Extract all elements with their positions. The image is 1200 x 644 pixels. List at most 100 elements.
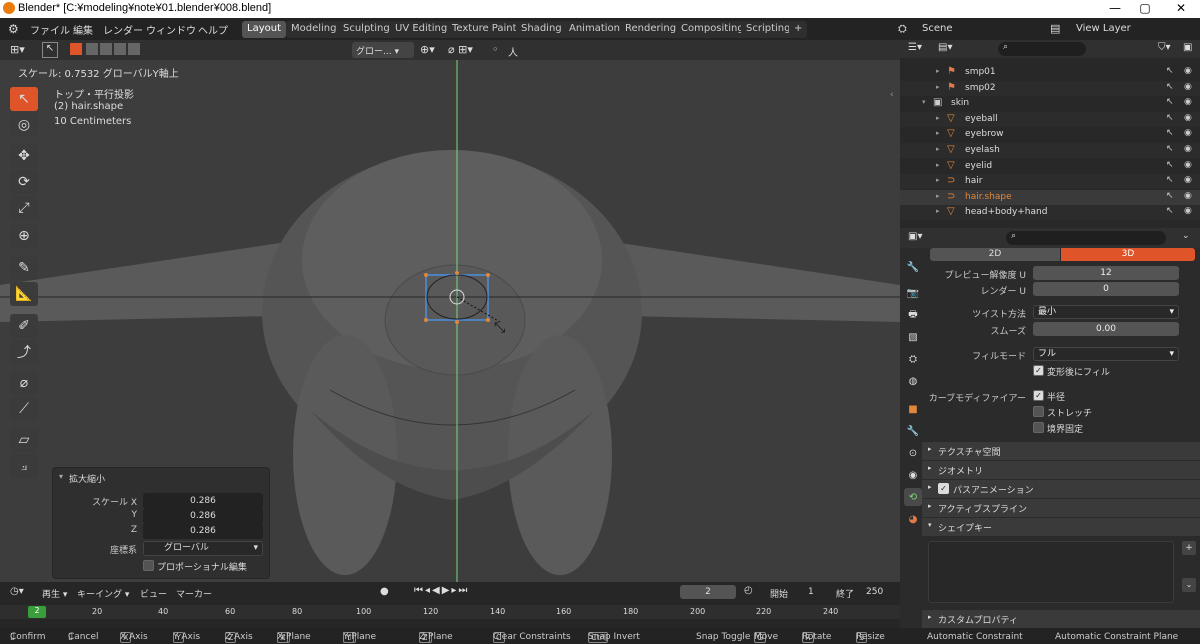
scene-tab-icon[interactable]: ⛭ bbox=[904, 350, 922, 368]
expand-icon[interactable]: ▸ bbox=[936, 176, 940, 184]
panel-texture-space[interactable]: ▸ テクスチャ空間 bbox=[922, 442, 1200, 460]
panel-custom-properties[interactable]: ▸ カスタムプロパティ bbox=[922, 610, 1200, 628]
rotate-tool-button[interactable]: ⟳ bbox=[10, 170, 38, 194]
outliner-item[interactable]: ▾ ▣ skin ↖ ◉ bbox=[900, 96, 1200, 111]
visibility-eye-icon[interactable]: ◉ bbox=[1184, 160, 1192, 170]
selectable-icon[interactable]: ↖ bbox=[1166, 128, 1174, 138]
tab-uv-editing[interactable]: UV Editing bbox=[390, 21, 453, 38]
playback-menu[interactable]: 再生 ▾ bbox=[42, 587, 67, 600]
proportional-icon[interactable]: ◦ bbox=[492, 43, 499, 56]
end-field[interactable]: 250 bbox=[866, 587, 883, 597]
outliner-item[interactable]: ▸ ▽ eyeball ↖ ◉ bbox=[900, 111, 1200, 127]
add-workspace-button[interactable]: + bbox=[789, 21, 808, 38]
smooth-field[interactable]: 0.00 bbox=[1033, 322, 1179, 336]
collapse-right-icon[interactable]: ‹ bbox=[890, 90, 894, 100]
fill-mode-dropdown[interactable]: フル ▾ bbox=[1033, 347, 1179, 361]
new-collection-icon[interactable]: ▣ bbox=[1183, 42, 1192, 53]
physics-tab-icon[interactable]: ◉ bbox=[904, 466, 922, 484]
visibility-eye-icon[interactable]: ◉ bbox=[1184, 113, 1192, 123]
twist-method-dropdown[interactable]: 最小 ▾ bbox=[1033, 305, 1179, 319]
curve-data-tab-icon[interactable]: ⟲ bbox=[904, 488, 922, 506]
scene-icon[interactable]: ⛭ bbox=[898, 22, 907, 36]
scale-x-field[interactable]: 0.286 bbox=[143, 493, 263, 509]
panel-path-animation[interactable]: ▸ ✓ パスアニメーション bbox=[922, 480, 1200, 498]
view-layer-icon[interactable]: ▤ bbox=[1050, 22, 1060, 35]
selectable-icon[interactable]: ↖ bbox=[1166, 144, 1174, 154]
select-box-icon[interactable] bbox=[70, 43, 82, 55]
scale-tool-button[interactable]: ⤢ bbox=[10, 196, 38, 220]
panel-geometry[interactable]: ▸ ジオメトリ bbox=[922, 461, 1200, 479]
selectable-icon[interactable]: ↖ bbox=[1166, 175, 1174, 185]
scale-z-field[interactable]: 0.286 bbox=[143, 523, 263, 539]
select-mode-icon[interactable]: ↖ bbox=[42, 42, 58, 58]
fill-deform-checkbox[interactable]: ✓ bbox=[1033, 365, 1044, 376]
outliner-item[interactable]: ▸ ▽ eyebrow ↖ ◉ bbox=[900, 127, 1200, 142]
expand-icon[interactable]: ▸ bbox=[936, 145, 940, 153]
tab-animation[interactable]: Animation bbox=[564, 21, 625, 38]
expand-icon[interactable]: ▸ bbox=[936, 161, 940, 169]
outliner-item[interactable]: ▸ ▽ eyelid ↖ ◉ bbox=[900, 159, 1200, 174]
selectable-icon[interactable]: ↖ bbox=[1166, 97, 1174, 107]
radius-checkbox[interactable]: ✓ bbox=[1033, 390, 1044, 401]
visibility-eye-icon[interactable]: ◉ bbox=[1184, 66, 1192, 76]
expand-icon[interactable]: ▸ bbox=[936, 207, 940, 215]
expand-icon[interactable]: ▸ bbox=[936, 67, 940, 75]
outliner-item[interactable]: ▸ ⚑ smp01 ↖ ◉ bbox=[900, 65, 1200, 80]
redo-title[interactable]: 拡大縮小 bbox=[69, 472, 105, 485]
blender-menu-icon[interactable]: ⚙ bbox=[8, 22, 19, 36]
cursor-tool-button[interactable]: ◎ bbox=[10, 113, 38, 137]
outliner-item[interactable]: ▸ ⚑ smp02 ↖ ◉ bbox=[900, 80, 1200, 96]
editor-type-icon[interactable]: ⊞▾ bbox=[10, 43, 25, 56]
particles-tab-icon[interactable]: ⊙ bbox=[904, 444, 922, 462]
scale-y-field[interactable]: 0.286 bbox=[143, 508, 263, 524]
visibility-eye-icon[interactable]: ◉ bbox=[1184, 128, 1192, 138]
properties-editor-icon[interactable]: ▣▾ bbox=[908, 231, 922, 242]
visibility-eye-icon[interactable]: ◉ bbox=[1184, 175, 1192, 185]
annotate-tool-button[interactable]: ✎ bbox=[10, 256, 38, 280]
outliner-editor-icon[interactable]: ☰▾ bbox=[908, 42, 922, 53]
selectable-icon[interactable]: ↖ bbox=[1166, 160, 1174, 170]
shape-keys-list[interactable] bbox=[928, 541, 1174, 603]
expand-icon[interactable]: ▸ bbox=[936, 192, 940, 200]
display-mode-icon[interactable]: ▤▾ bbox=[938, 42, 952, 53]
filter-icon[interactable]: ⛉▾ bbox=[1158, 42, 1171, 53]
start-field[interactable]: 1 bbox=[808, 587, 814, 597]
redo-collapse-icon[interactable]: ▾ bbox=[59, 472, 63, 481]
stopwatch-icon[interactable]: ◴ bbox=[744, 585, 753, 596]
maximize-button[interactable]: ▢ bbox=[1130, 1, 1160, 15]
selectable-icon[interactable]: ↖ bbox=[1166, 82, 1174, 92]
material-tab-icon[interactable]: ◕ bbox=[904, 510, 922, 528]
menu-file[interactable]: ファイル bbox=[30, 22, 70, 37]
marker-menu[interactable]: マーカー bbox=[176, 587, 212, 600]
tilt-tool-button[interactable]: ⟋ bbox=[10, 397, 38, 421]
expand-icon[interactable]: ▾ bbox=[922, 98, 926, 106]
selectable-icon[interactable]: ↖ bbox=[1166, 66, 1174, 76]
scene-name[interactable]: Scene bbox=[922, 23, 953, 34]
shear-tool-button[interactable]: ▱ bbox=[10, 428, 38, 452]
output-tab-icon[interactable]: 🖶 bbox=[904, 306, 922, 324]
orientation-dropdown[interactable]: グロー... ▾ bbox=[352, 42, 414, 58]
preview-resolution-field[interactable]: 12 bbox=[1033, 266, 1179, 280]
move-tool-button[interactable]: ✥ bbox=[10, 144, 38, 168]
render-resolution-field[interactable]: 0 bbox=[1033, 282, 1179, 296]
tab-2d[interactable]: 2D bbox=[930, 248, 1060, 261]
keying-menu[interactable]: キーイング ▾ bbox=[77, 587, 129, 600]
tab-3d[interactable]: 3D bbox=[1061, 248, 1195, 261]
panel-active-spline[interactable]: ▸ アクティブスプライン bbox=[922, 499, 1200, 517]
stretch-checkbox[interactable] bbox=[1033, 406, 1044, 417]
select-extend-icon[interactable] bbox=[86, 43, 98, 55]
tool-tab-icon[interactable]: 🔧 bbox=[904, 258, 922, 276]
world-tab-icon[interactable]: ◍ bbox=[904, 372, 922, 390]
transform-tool-button[interactable]: ⊕ bbox=[10, 224, 38, 248]
menu-window[interactable]: ウィンドウ bbox=[146, 22, 196, 37]
modifier-tab-icon[interactable]: 🔧 bbox=[904, 422, 922, 440]
selectable-icon[interactable]: ↖ bbox=[1166, 206, 1174, 216]
visibility-eye-icon[interactable]: ◉ bbox=[1184, 191, 1192, 201]
outliner-item[interactable]: ▸ ⊃ hair.shape ↖ ◉ bbox=[900, 189, 1200, 205]
minimize-button[interactable]: — bbox=[1100, 1, 1130, 15]
snap-icon[interactable]: ⌀ ⊞▾ bbox=[448, 43, 473, 56]
shape-key-menu-button[interactable]: ⌄ bbox=[1182, 578, 1196, 592]
visibility-eye-icon[interactable]: ◉ bbox=[1184, 206, 1192, 216]
current-frame-marker[interactable]: 2 bbox=[28, 606, 46, 618]
bounds-clamp-checkbox[interactable] bbox=[1033, 422, 1044, 433]
